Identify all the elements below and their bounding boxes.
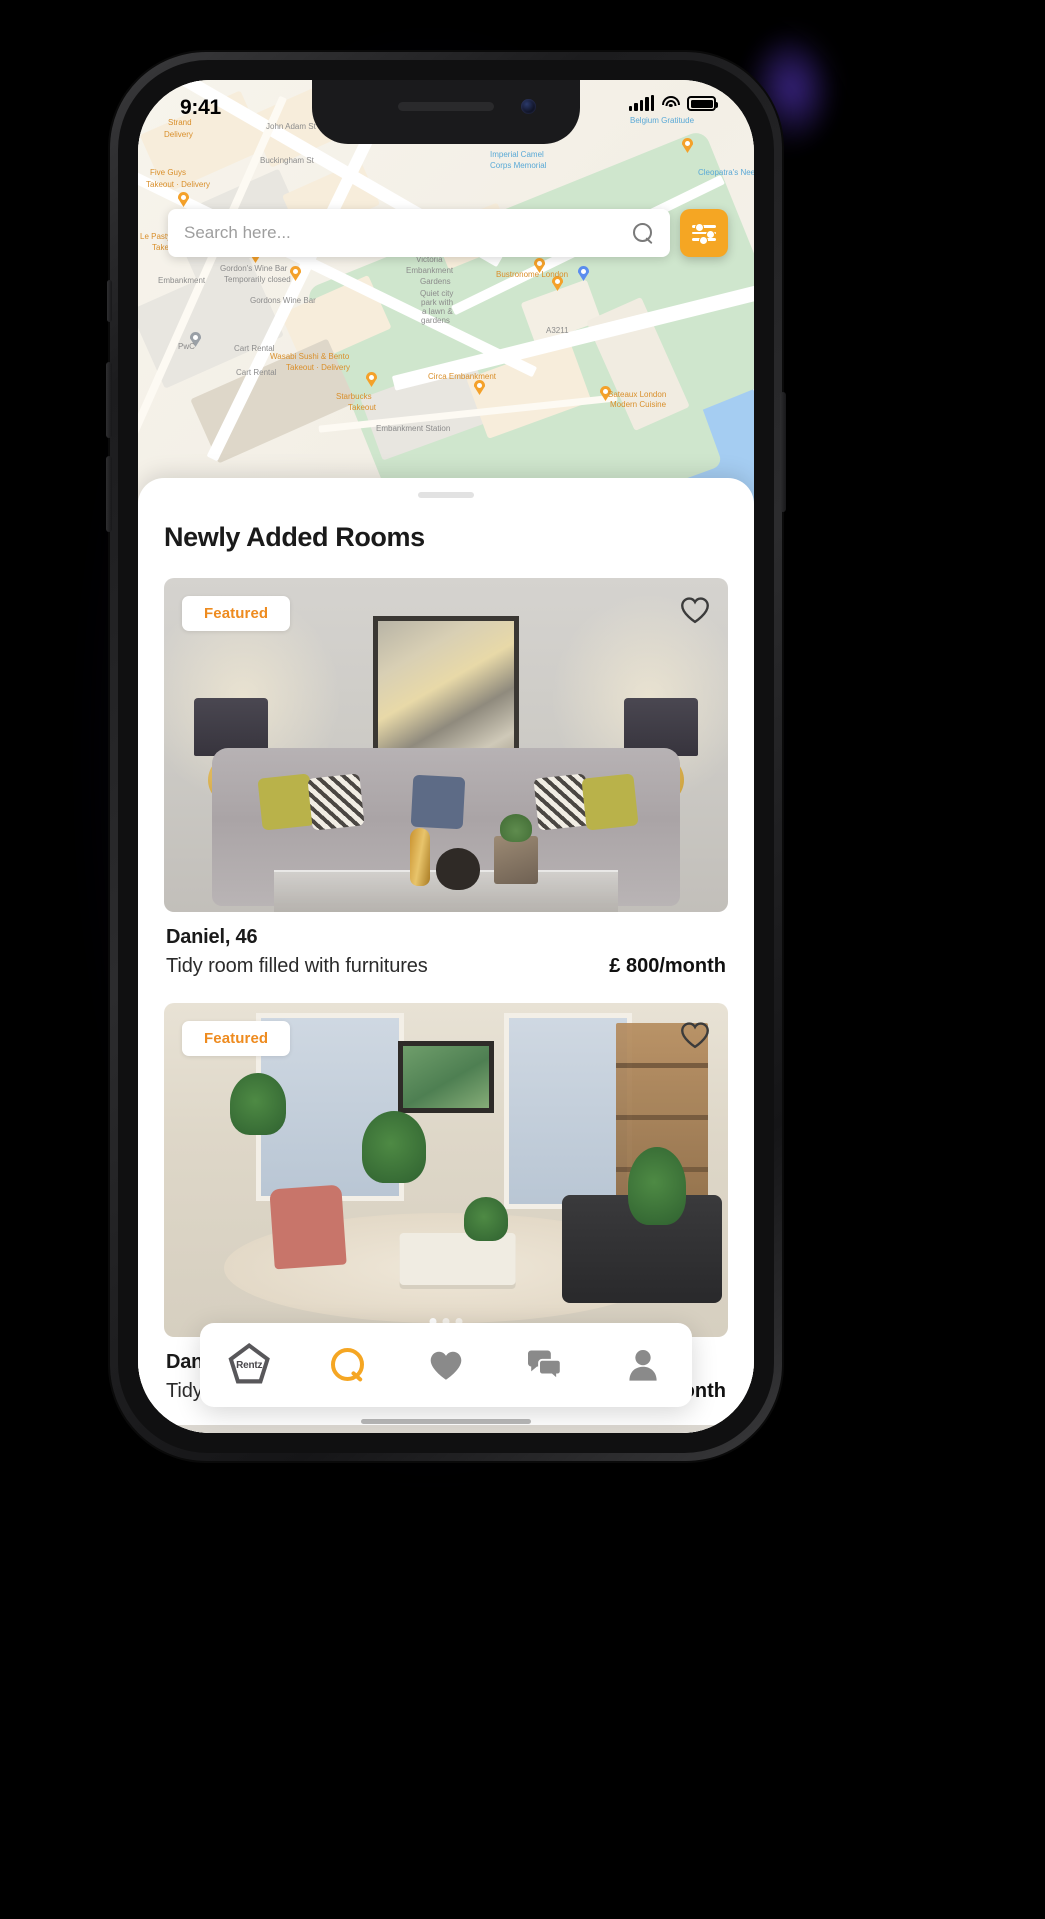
status-clock: 9:41: [180, 96, 221, 119]
map-label: Gordons Wine Bar: [250, 296, 316, 305]
room-description: Tidy room filled with furnitures: [166, 955, 428, 977]
owner-name: Daniel, 46: [166, 926, 258, 948]
map-label: Circa Embankment: [428, 372, 497, 381]
tab-search[interactable]: [315, 1335, 381, 1395]
map-label: Cart Rental: [236, 368, 277, 377]
chat-bubbles-icon: [528, 1350, 563, 1381]
map-label: Embankment: [158, 276, 206, 285]
volume-up-button[interactable]: [106, 362, 112, 438]
armchair-decor: [269, 1184, 347, 1270]
map-label: Modern Cuisine: [610, 400, 667, 409]
home-indicator[interactable]: [361, 1419, 531, 1424]
tab-profile[interactable]: [610, 1335, 676, 1395]
list-item[interactable]: Featured Daniel, 46 Tidy room filled wit…: [164, 578, 728, 978]
map-label: Wasabi Sushi & Bento: [270, 352, 350, 361]
brand-label: Rentz: [236, 1359, 263, 1371]
room-price: £ 800/month: [609, 955, 726, 977]
list-item-partial[interactable]: [164, 1425, 728, 1433]
volume-down-button[interactable]: [106, 456, 112, 532]
pentagon-logo-icon: Rentz: [228, 1343, 270, 1384]
map-label: PwC: [178, 342, 195, 351]
status-badge: Featured: [182, 1021, 291, 1056]
room-info: Daniel, 46 Tidy room filled with furnitu…: [164, 912, 728, 978]
tab-messages[interactable]: [511, 1335, 577, 1395]
wall-art-decor: [373, 616, 519, 770]
map-label: Quiet city: [420, 289, 454, 298]
wall-art-decor: [398, 1041, 494, 1113]
wifi-icon: [661, 96, 680, 111]
heart-filled-icon: [430, 1351, 462, 1380]
map-label: Cleopatra's Needle: [698, 168, 754, 177]
page-title: Newly Added Rooms: [164, 522, 425, 552]
sheet-drag-handle[interactable]: [418, 492, 474, 498]
map-label: Buckingham St: [260, 156, 314, 165]
map-label: Takeout: [348, 403, 377, 412]
bottom-sheet[interactable]: Newly Added Rooms Featured Daniel, 46 Ti…: [138, 478, 754, 1433]
search-row: [168, 209, 728, 257]
map-label: A3211: [546, 326, 569, 335]
search-icon: [330, 1348, 365, 1382]
bottom-navigation-bar: Rentz: [200, 1323, 692, 1407]
map-label: Gordon's Wine Bar: [220, 264, 288, 273]
search-icon[interactable]: [633, 222, 654, 244]
map-label: park with: [421, 298, 454, 307]
room-photo[interactable]: Featured: [164, 1003, 728, 1337]
search-input[interactable]: [184, 223, 633, 243]
map-label: Bustronome London: [496, 270, 569, 279]
cellular-signal-icon: [628, 95, 654, 111]
map-label: Bateaux London: [608, 390, 667, 399]
map-label: Cart Rental: [234, 344, 275, 353]
sidebar-item-brand[interactable]: Rentz: [216, 1335, 282, 1395]
room-photo[interactable]: Featured: [164, 578, 728, 912]
status-badge: Featured: [182, 596, 291, 631]
heart-outline-icon[interactable]: [680, 1021, 710, 1049]
power-button[interactable]: [780, 392, 786, 512]
filter-sliders-icon[interactable]: [680, 209, 728, 257]
map-label: Imperial Camel: [490, 150, 544, 159]
search-bar[interactable]: [168, 209, 670, 257]
battery-full-icon: [687, 96, 718, 111]
map-label: Takeout · Delivery: [146, 180, 211, 189]
tab-favorites[interactable]: [413, 1335, 479, 1395]
map-label: Takeout · Delivery: [286, 363, 351, 372]
map-label: Five Guys: [150, 168, 187, 177]
map-label: Starbucks: [336, 392, 372, 401]
front-camera-icon: [521, 99, 536, 114]
device-notch: [312, 80, 580, 144]
person-icon: [629, 1349, 657, 1381]
heart-outline-icon[interactable]: [680, 596, 710, 624]
map-label: Gardens: [420, 277, 451, 286]
earpiece-speaker: [398, 102, 494, 111]
window-decor: [504, 1013, 632, 1209]
phone-device-frame: Strand Delivery John Adam St Five Guys Takeo…: [106, 52, 786, 1461]
phone-screen: Strand Delivery John Adam St Five Guys Takeo…: [138, 80, 754, 1433]
map-label: Corps Memorial: [490, 161, 547, 170]
screenshot-stage: Strand Delivery John Adam St Five Guys Takeo…: [0, 0, 1045, 1919]
status-indicators: [628, 95, 718, 111]
map-label: gardens: [421, 316, 450, 325]
silent-switch[interactable]: [107, 280, 112, 322]
map-label: Embankment: [406, 266, 454, 275]
map-label: a lawn &: [422, 307, 453, 316]
coffee-table-decor: [399, 1233, 516, 1285]
map-label: Temporarily closed: [224, 275, 291, 284]
map-label: Embankment Station: [376, 424, 451, 433]
